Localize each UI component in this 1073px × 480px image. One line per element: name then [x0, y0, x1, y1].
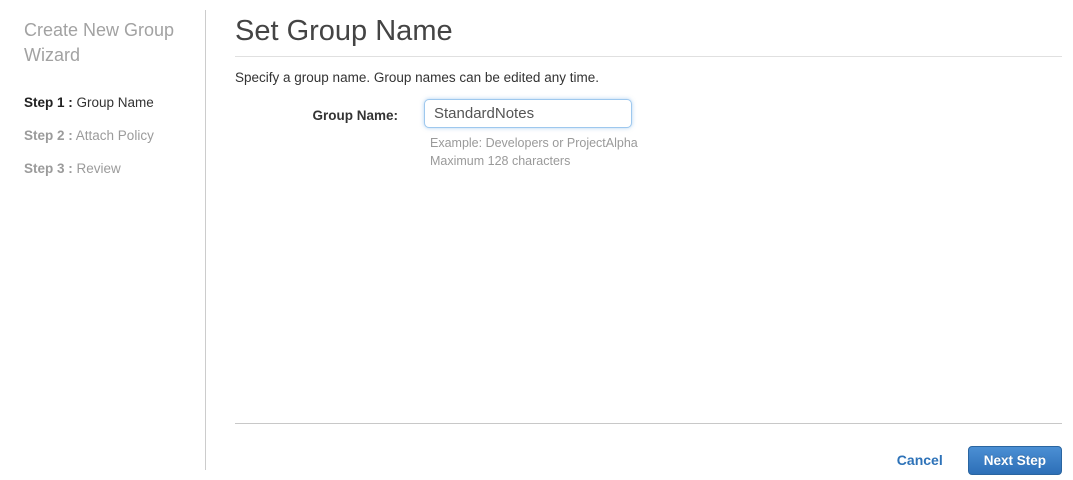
wizard-sidebar: Create New Group Wizard Step 1 : Group N…: [0, 0, 205, 480]
sidebar-step-attach-policy[interactable]: Step 2 : Attach Policy: [24, 129, 185, 143]
wizard-title: Create New Group Wizard: [24, 20, 175, 65]
group-name-form-row: Group Name: Example: Developers or Proje…: [235, 99, 1062, 170]
step-label: Review: [76, 161, 121, 176]
sidebar-step-group-name[interactable]: Step 1 : Group Name: [24, 96, 185, 110]
next-step-button[interactable]: Next Step: [967, 445, 1062, 475]
group-name-input[interactable]: [424, 99, 632, 128]
page-title: Set Group Name: [235, 0, 1062, 57]
hint-example: Example: Developers or ProjectAlpha: [430, 136, 638, 150]
step-number: Step 1 :: [24, 95, 73, 110]
group-name-field-column: Example: Developers or ProjectAlpha Maxi…: [424, 99, 638, 170]
group-name-label: Group Name:: [312, 108, 398, 123]
wizard-steps: Step 1 : Group Name Step 2 : Attach Poli…: [24, 96, 185, 176]
step-number: Step 2 :: [24, 128, 73, 143]
create-group-wizard-window: Create New Group Wizard Step 1 : Group N…: [0, 0, 1073, 480]
group-name-hints: Example: Developers or ProjectAlpha Maxi…: [424, 134, 638, 170]
step-label: Attach Policy: [75, 128, 154, 143]
step-number: Step 3 :: [24, 161, 73, 176]
step-label: Group Name: [76, 95, 154, 110]
wizard-main-panel: Set Group Name Specify a group name. Gro…: [205, 0, 1073, 480]
cancel-button[interactable]: Cancel: [897, 452, 943, 468]
hint-max-characters: Maximum 128 characters: [430, 154, 571, 168]
sidebar-step-review[interactable]: Step 3 : Review: [24, 162, 185, 176]
page-description: Specify a group name. Group names can be…: [235, 70, 599, 85]
wizard-footer: Cancel Next Step: [235, 423, 1062, 480]
